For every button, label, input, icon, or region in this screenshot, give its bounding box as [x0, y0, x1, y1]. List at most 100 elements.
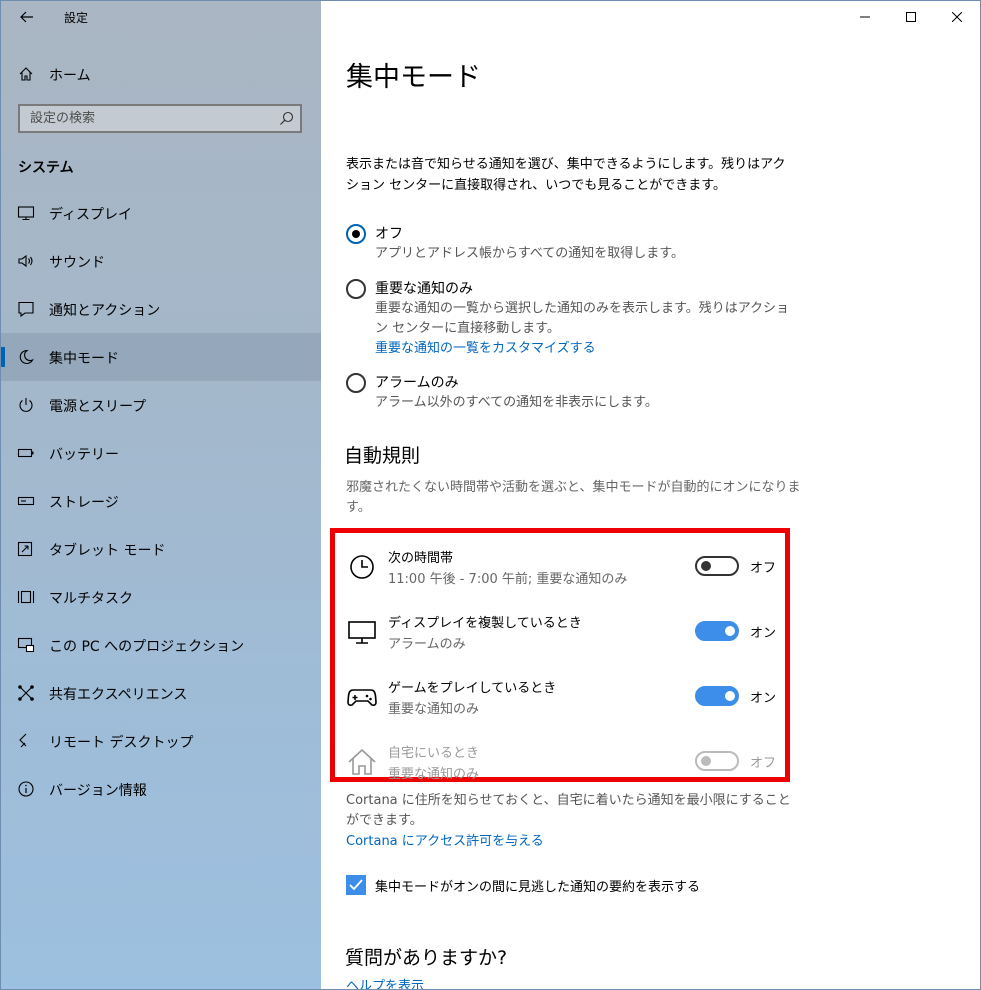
search-box [18, 104, 302, 133]
sidebar-item-label: ストレージ [49, 495, 119, 511]
battery-icon [17, 448, 34, 458]
sidebar-item-focus-assist[interactable]: 集中モード [1, 333, 321, 381]
radio-description-text: 重要な通知の一覧から選択した通知のみを表示します。残りはアクション センターに直… [375, 301, 790, 336]
radio-button[interactable] [346, 224, 366, 244]
moon-icon [19, 349, 34, 364]
sidebar-item-storage[interactable]: ストレージ [1, 477, 321, 525]
back-button[interactable] [13, 4, 41, 30]
speaker-icon [18, 254, 33, 268]
toggle-knob [725, 691, 735, 701]
sidebar-item-label: バージョン情報 [49, 783, 147, 799]
main-content: 集中モード 表示または音で知らせる通知を選び、集中できるようにします。残りはアク… [322, 1, 980, 989]
sidebar-item-projection[interactable]: この PC へのプロジェクション [1, 621, 321, 669]
rule-title: ゲームをプレイしているとき [388, 681, 557, 696]
page-description: 表示または音で知らせる通知を選び、集中できるようにします。残りはアクション セン… [346, 157, 786, 193]
cortana-description: Cortana に住所を知らせておくと、自宅に着いたら通知を最小限にすることがで… [346, 793, 791, 828]
sidebar-item-label: 集中モード [49, 351, 119, 367]
active-indicator [1, 347, 5, 367]
toggle-state-label: オン [750, 691, 777, 706]
sidebar-item-shared-experiences[interactable]: 共有エクスペリエンス [1, 669, 321, 717]
rule-subtitle: 11:00 午後 - 7:00 午前; 重要な通知のみ [388, 572, 628, 587]
home-icon [19, 67, 33, 81]
multitask-icon [17, 590, 35, 604]
auto-rules-title: 自動規則 [344, 445, 421, 467]
sidebar-item-multitasking[interactable]: マルチタスク [1, 573, 321, 621]
rule-title: 自宅にいるとき [388, 746, 480, 761]
toggle-state-label: オン [750, 626, 777, 641]
sidebar-item-about[interactable]: バージョン情報 [1, 765, 321, 813]
rule-subtitle: アラームのみ [388, 637, 466, 652]
toggle-state-label: オフ [750, 756, 777, 771]
sidebar-item-label: 通知とアクション [49, 303, 161, 319]
rule-subtitle: 重要な通知のみ [388, 702, 480, 717]
toggle-state-label: オフ [750, 561, 777, 576]
sidebar-item-label: ディスプレイ [49, 207, 133, 223]
rule-at-home: 自宅にいるとき 重要な通知のみ オフ [335, 732, 785, 782]
checkmark-icon [349, 879, 363, 891]
sidebar-item-remote-desktop[interactable]: リモート デスクトップ [1, 717, 321, 765]
sidebar-item-label: 共有エクスペリエンス [49, 687, 188, 703]
sidebar-item-sound[interactable]: サウンド [1, 237, 321, 285]
rule-subtitle: 重要な通知のみ [388, 767, 480, 782]
back-arrow-icon [20, 11, 33, 23]
toggle-knob [701, 756, 711, 766]
home-icon [348, 748, 376, 775]
rule-time-schedule[interactable]: 次の時間帯 11:00 午後 - 7:00 午前; 重要な通知のみ オフ [335, 537, 785, 587]
radio-label: アラームのみ [375, 375, 459, 391]
search-icon[interactable] [279, 111, 294, 126]
search-input[interactable] [20, 106, 280, 131]
rule-toggle[interactable] [695, 556, 739, 576]
page-title: 集中モード [346, 62, 481, 93]
section-title: システム [18, 160, 74, 176]
rule-toggle[interactable] [695, 621, 739, 641]
nav-list: ディスプレイ サウンド 通知とアクション 集中モード 電源とスリープ バッテリー… [1, 189, 321, 813]
radio-description: 重要な通知の一覧から選択した通知のみを表示します。残りはアクション センターに直… [375, 299, 799, 359]
monitor-icon [348, 621, 376, 644]
tablet-icon [17, 541, 33, 557]
customize-priority-link[interactable]: 重要な通知の一覧をカスタマイズする [375, 341, 596, 356]
radio-button[interactable] [346, 279, 366, 299]
share-icon [18, 685, 34, 701]
faq-title: 質問がありますか? [345, 947, 508, 969]
sidebar-item-label: 電源とスリープ [49, 399, 147, 415]
radio-button[interactable] [346, 373, 366, 393]
sidebar-item-power[interactable]: 電源とスリープ [1, 381, 321, 429]
sidebar-item-label: マルチタスク [49, 591, 133, 607]
sidebar-item-label: タブレット モード [49, 543, 166, 559]
info-icon [18, 781, 34, 797]
rule-toggle[interactable] [695, 686, 739, 706]
sidebar-item-label: ホーム [49, 68, 91, 84]
rule-duplicating-display[interactable]: ディスプレイを複製しているとき アラームのみ オン [335, 602, 785, 652]
auto-rules-description: 邪魔されたくない時間帯や活動を選ぶと、集中モードが自動的にオンになります。 [346, 480, 801, 515]
clock-icon [350, 555, 374, 579]
power-icon [19, 398, 33, 412]
rule-toggle [695, 751, 739, 771]
app-title: 設定 [64, 11, 89, 25]
checkbox-label: 集中モードがオンの間に見逃した通知の要約を表示する [375, 880, 701, 895]
radio-description: アプリとアドレス帳からすべての通知を取得します。 [375, 246, 685, 261]
projection-icon [17, 637, 35, 653]
summary-checkbox[interactable] [346, 875, 366, 895]
sidebar-item-battery[interactable]: バッテリー [1, 429, 321, 477]
remote-icon [19, 733, 27, 748]
gamepad-icon [347, 689, 377, 706]
sidebar-item-tablet-mode[interactable]: タブレット モード [1, 525, 321, 573]
radio-description: アラーム以外のすべての通知を非表示にします。 [375, 395, 658, 410]
sidebar-item-display[interactable]: ディスプレイ [1, 189, 321, 237]
settings-window: 設定 ホーム システム ディスプレイ サウンド [0, 0, 981, 990]
sidebar-item-home[interactable]: ホーム [1, 57, 321, 91]
rule-playing-game[interactable]: ゲームをプレイしているとき 重要な通知のみ オン [335, 667, 785, 717]
toggle-knob [701, 561, 711, 571]
notification-icon [18, 301, 34, 318]
cortana-permission-link[interactable]: Cortana にアクセス許可を与える [346, 830, 544, 849]
storage-icon [17, 496, 35, 506]
sidebar-item-label: この PC へのプロジェクション [49, 639, 245, 655]
sidebar: 設定 ホーム システム ディスプレイ サウンド [1, 1, 321, 989]
radio-label: オフ [375, 226, 403, 242]
rule-title: ディスプレイを複製しているとき [388, 616, 582, 631]
sidebar-item-notifications[interactable]: 通知とアクション [1, 285, 321, 333]
automatic-rules-highlight: 次の時間帯 11:00 午後 - 7:00 午前; 重要な通知のみ オフ ディス… [330, 528, 790, 782]
titlebar-left: 設定 [1, 1, 321, 33]
radio-label: 重要な通知のみ [375, 281, 473, 297]
help-link[interactable]: ヘルプを表示 [346, 975, 424, 989]
